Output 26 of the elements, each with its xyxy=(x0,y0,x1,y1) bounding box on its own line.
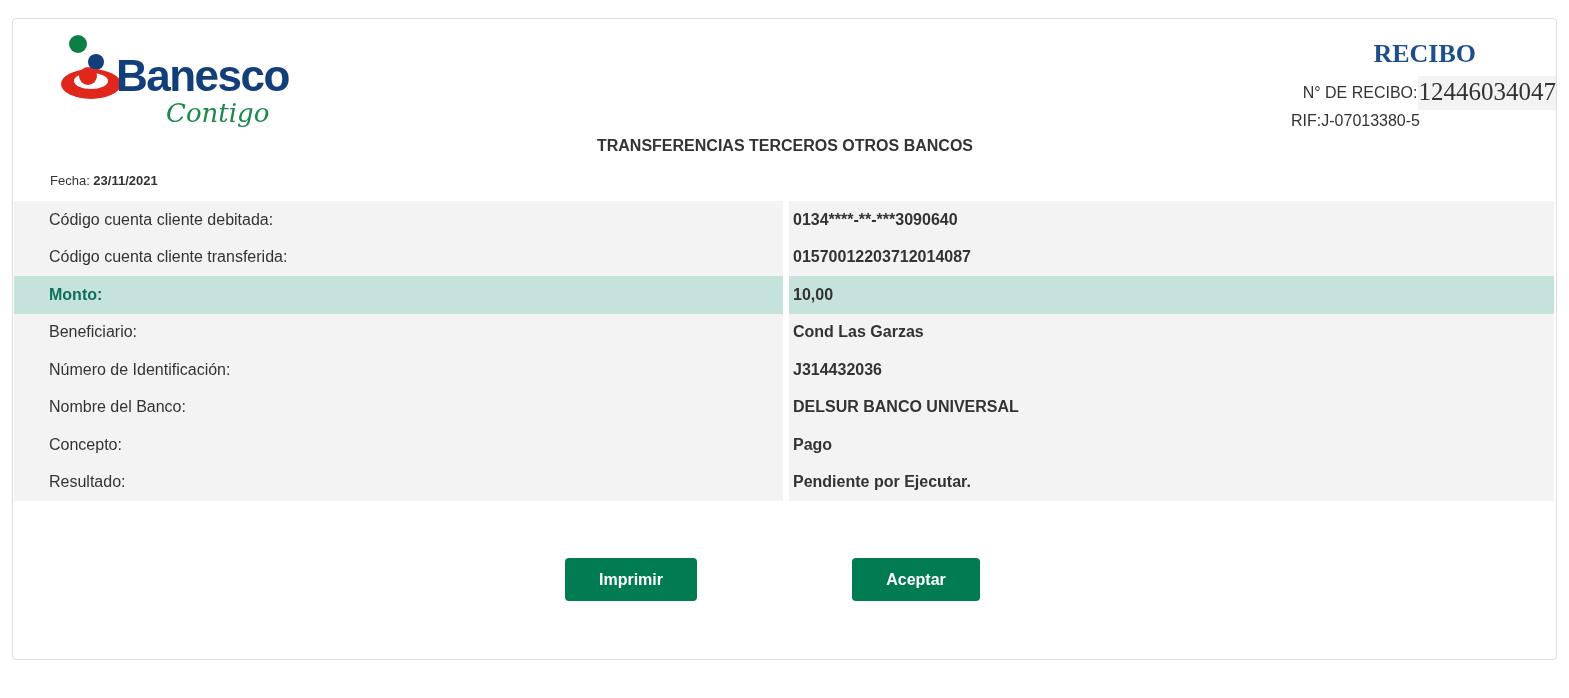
transaction-heading: TRANSFERENCIAS TERCEROS OTROS BANCOS xyxy=(596,137,974,155)
action-button[interactable]: Aceptar xyxy=(852,558,980,601)
value-cell: Pago xyxy=(789,426,1554,464)
action-button[interactable]: Imprimir xyxy=(565,558,697,601)
label-cell: Beneficiario: xyxy=(14,313,783,351)
rif-text: RIF:J-07013380-5 xyxy=(1291,112,1420,130)
value-cell: Pendiente por Ejecutar. xyxy=(789,463,1554,501)
label-cell: Código cuenta cliente debitada: xyxy=(14,201,783,239)
label-cell: Número de Identificación: xyxy=(14,351,783,389)
receipt-title: RECIBO xyxy=(1373,39,1476,69)
label-cell: Concepto: xyxy=(14,426,783,464)
logo-tagline: Contigo xyxy=(166,98,271,128)
label-cell: Código cuenta cliente transferida: xyxy=(14,238,783,276)
value-cell: DELSUR BANCO UNIVERSAL xyxy=(789,388,1554,426)
date-text: Fecha: 23/11/2021 xyxy=(50,173,159,188)
label-cell: Monto: xyxy=(14,276,783,314)
label-cell: Nombre del Banco: xyxy=(14,388,783,426)
logo-name: Banesco xyxy=(116,54,289,98)
value-cell: 01570012203712014087 xyxy=(789,238,1554,276)
value-cell: 0134****-**-***3090640 xyxy=(789,201,1554,239)
value-cell: Cond Las Garzas xyxy=(789,313,1554,351)
receipt-number: 12446034047 xyxy=(1417,76,1556,110)
value-cell: 10,00 xyxy=(789,276,1554,314)
label-cell: Resultado: xyxy=(14,463,783,501)
receipt-number-label: N° DE RECIBO: xyxy=(1302,84,1418,102)
value-cell: J314432036 xyxy=(789,351,1554,389)
